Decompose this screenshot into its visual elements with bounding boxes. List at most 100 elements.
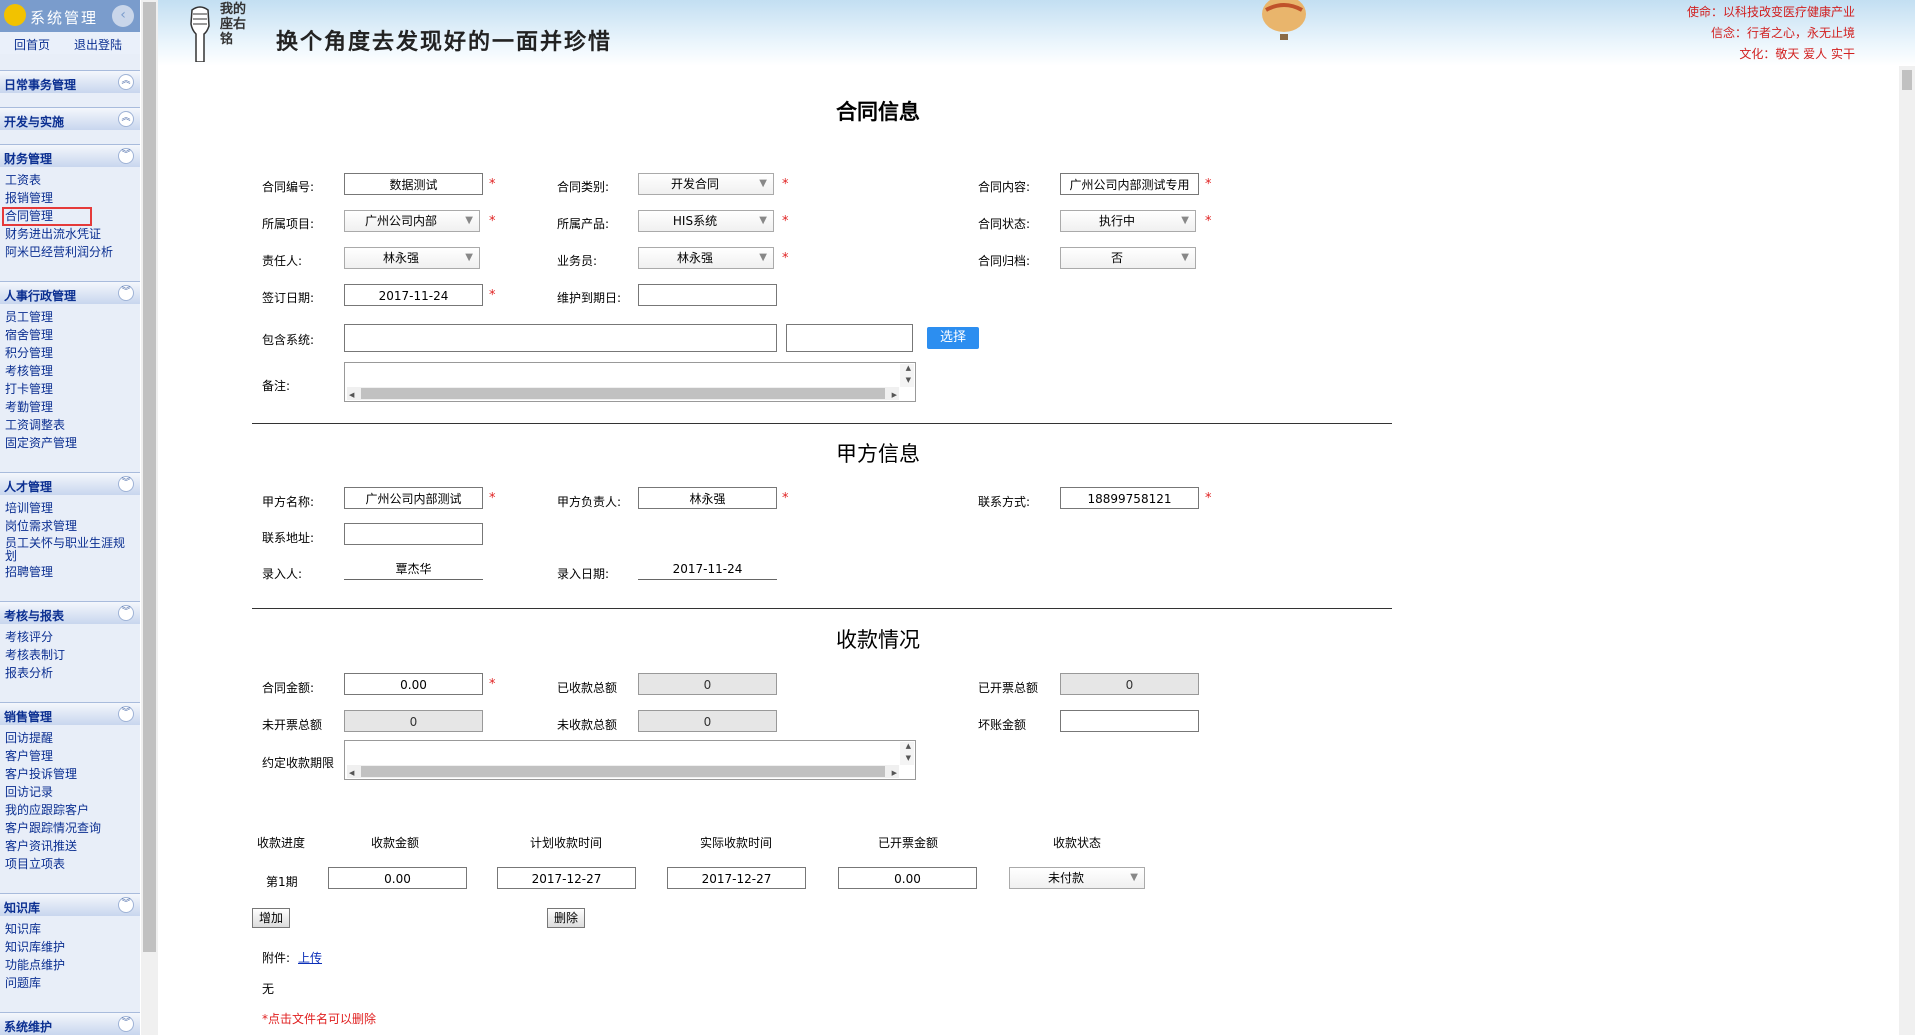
contract-no-input[interactable]: 数据测试 [344, 173, 483, 195]
salesman-select[interactable]: 林永强 ▼ [638, 247, 774, 269]
systems-id-input[interactable] [786, 324, 913, 352]
menu-talent[interactable]: 人才管理 ︾ [0, 472, 140, 495]
chevron-up-icon[interactable]: ︽ [118, 111, 134, 127]
textarea-hscroll[interactable] [347, 387, 899, 400]
sidebar-item-feature-maint[interactable]: 功能点维护 [5, 959, 65, 972]
sidebar-item-tracking-query[interactable]: 客户跟踪情况查询 [5, 822, 101, 835]
sidebar-item-customer[interactable]: 客户管理 [5, 750, 53, 763]
contract-content-input[interactable]: 广州公司内部测试专用 [1060, 173, 1199, 195]
scroll-up-icon[interactable]: ▲ [906, 742, 911, 750]
owner-select[interactable]: 林永强 ▼ [344, 247, 480, 269]
sidebar-item-project-setup[interactable]: 项目立项表 [5, 858, 65, 871]
sidebar-item-dorm[interactable]: 宿舍管理 [5, 329, 53, 342]
page-scrollbar[interactable] [1899, 66, 1915, 1035]
menu-hr-admin[interactable]: 人事行政管理 ︾ [0, 281, 140, 304]
maintain-date-input[interactable] [638, 284, 777, 306]
sidebar-item-knowledge[interactable]: 知识库 [5, 923, 41, 936]
menu-development[interactable]: 开发与实施 ︽ [0, 107, 140, 130]
sidebar-item-amoeba[interactable]: 阿米巴经营利润分析 [5, 246, 113, 259]
menu-daily-affairs[interactable]: 日常事务管理 ︽ [0, 70, 140, 93]
scroll-down-icon[interactable]: ▼ [906, 376, 911, 384]
upload-link[interactable]: 上传 [298, 949, 322, 966]
sidebar-item-training[interactable]: 培训管理 [5, 502, 53, 515]
textarea-hscroll[interactable] [347, 765, 899, 778]
home-link[interactable]: 回首页 [14, 36, 50, 53]
sidebar-item-revisit-reminder[interactable]: 回访提醒 [5, 732, 53, 745]
sidebar-item-assessment[interactable]: 考核管理 [5, 365, 53, 378]
row-invoiced-input[interactable]: 0.00 [838, 867, 977, 889]
scroll-left-icon[interactable]: ◀ [349, 769, 354, 777]
chevron-up-icon[interactable]: ︽ [118, 74, 134, 90]
address-input[interactable] [344, 523, 483, 545]
delete-row-button[interactable]: 删除 [547, 908, 585, 928]
sidebar-item-employee[interactable]: 员工管理 [5, 311, 53, 324]
chevron-down-icon[interactable]: ︾ [118, 605, 134, 621]
add-row-button[interactable]: 增加 [252, 908, 290, 928]
row-actual-date-input[interactable]: 2017-12-27 [667, 867, 806, 889]
menu-system-maint[interactable]: 系统维护 ︾ [0, 1012, 140, 1035]
menu-reports[interactable]: 考核与报表 ︾ [0, 601, 140, 624]
sidebar-item-news-push[interactable]: 客户资讯推送 [5, 840, 77, 853]
sidebar-item-knowledge-maint[interactable]: 知识库维护 [5, 941, 65, 954]
remark-textarea[interactable]: ▲ ▼ ◀ ▶ [344, 362, 916, 402]
sidebar-item-finance-voucher[interactable]: 财务进出流水凭证 [5, 228, 101, 241]
row-amount-input[interactable]: 0.00 [328, 867, 467, 889]
chevron-down-icon[interactable]: ︾ [118, 476, 134, 492]
chevron-down-icon[interactable]: ︾ [118, 1016, 134, 1032]
scroll-right-icon[interactable]: ▶ [892, 391, 897, 399]
row-planned-date-input[interactable]: 2017-12-27 [497, 867, 636, 889]
contract-amount-input[interactable]: 0.00 [344, 673, 483, 695]
sidebar-item-contract[interactable]: 合同管理 [2, 207, 92, 226]
archived-select[interactable]: 否 ▼ [1060, 247, 1196, 269]
sidebar-item-career[interactable]: 员工关怀与职业生涯规 [5, 537, 125, 550]
choose-button[interactable]: 选择 [927, 327, 979, 349]
agreed-period-textarea[interactable]: ▲ ▼ ◀ ▶ [344, 740, 916, 780]
sign-date-input[interactable]: 2017-11-24 [344, 284, 483, 306]
menu-knowledge[interactable]: 知识库 ︾ [0, 893, 140, 916]
project-select[interactable]: 广州公司内部 ▼ [344, 210, 480, 232]
sidebar-item-complaints[interactable]: 客户投诉管理 [5, 768, 77, 781]
menu-finance[interactable]: 财务管理 ︾ [0, 144, 140, 167]
status-select[interactable]: 执行中 ▼ [1060, 210, 1196, 232]
chevron-down-icon[interactable]: ︾ [118, 706, 134, 722]
scrollbar-thumb[interactable] [143, 2, 156, 952]
scrollbar-thumb[interactable] [361, 766, 885, 777]
sidebar-item-reimbursement[interactable]: 报销管理 [5, 192, 53, 205]
scroll-right-icon[interactable]: ▶ [892, 769, 897, 777]
chevron-down-icon[interactable]: ︾ [118, 897, 134, 913]
party-a-name-input[interactable]: 广州公司内部测试 [344, 487, 483, 509]
sidebar-item-salary[interactable]: 工资表 [5, 174, 41, 187]
sidebar-item-clock[interactable]: 打卡管理 [5, 383, 53, 396]
sidebar-item-attendance[interactable]: 考勤管理 [5, 401, 53, 414]
collapse-sidebar-icon[interactable]: ‹ [112, 5, 134, 27]
chevron-down-icon[interactable]: ︾ [118, 285, 134, 301]
sidebar-item-job-demand[interactable]: 岗位需求管理 [5, 520, 77, 533]
sidebar-item-report-analysis[interactable]: 报表分析 [5, 667, 53, 680]
sidebar-item-recruit[interactable]: 招聘管理 [5, 566, 53, 579]
logout-link[interactable]: 退出登陆 [74, 36, 122, 53]
menu-sales[interactable]: 销售管理 ︾ [0, 702, 140, 725]
scroll-up-icon[interactable]: ▲ [906, 364, 911, 372]
sidebar-item-fixed-assets[interactable]: 固定资产管理 [5, 437, 77, 450]
sidebar-scrollbar[interactable] [141, 0, 158, 1035]
product-select[interactable]: HIS系统 ▼ [638, 210, 774, 232]
sidebar-item-revisit-record[interactable]: 回访记录 [5, 786, 53, 799]
sidebar-item-issue-base[interactable]: 问题库 [5, 977, 41, 990]
contract-type-select[interactable]: 开发合同 ▼ [638, 173, 774, 195]
sidebar-item-form-making[interactable]: 考核表制订 [5, 649, 65, 662]
bad-debt-input[interactable] [1060, 710, 1199, 732]
phone-input[interactable]: 18899758121 [1060, 487, 1199, 509]
scrollbar-thumb[interactable] [1902, 70, 1912, 90]
party-a-contact-input[interactable]: 林永强 [638, 487, 777, 509]
scroll-left-icon[interactable]: ◀ [349, 391, 354, 399]
sidebar-item-career-cont[interactable]: 划 [5, 550, 17, 563]
sidebar-item-points[interactable]: 积分管理 [5, 347, 53, 360]
systems-input[interactable] [344, 324, 777, 352]
row-status-select[interactable]: 未付款 ▼ [1009, 867, 1145, 889]
scroll-down-icon[interactable]: ▼ [906, 754, 911, 762]
scrollbar-thumb[interactable] [361, 388, 885, 399]
sidebar-item-salary-adjust[interactable]: 工资调整表 [5, 419, 65, 432]
chevron-down-icon[interactable]: ︾ [118, 148, 134, 164]
sidebar-item-my-tracking[interactable]: 我的应跟踪客户 [5, 804, 89, 817]
sidebar-item-scoring[interactable]: 考核评分 [5, 631, 53, 644]
